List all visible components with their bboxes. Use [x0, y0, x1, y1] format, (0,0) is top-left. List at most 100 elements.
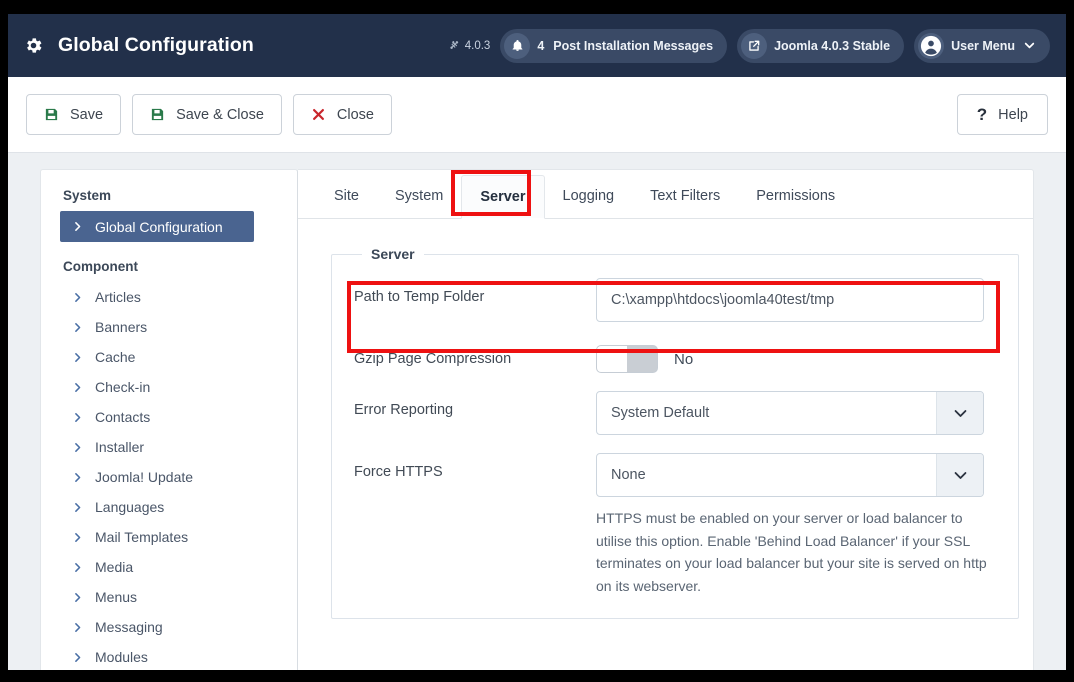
gear-icon [22, 35, 44, 57]
sidebar-item-label: Messaging [95, 619, 163, 635]
chevron-down-icon [936, 454, 983, 496]
sidebar-item-label: Menus [95, 589, 138, 605]
sidebar-item-label: Check-in [95, 379, 151, 395]
sidebar-item-articles[interactable]: Articles [63, 282, 281, 312]
sidebar-item-check-in[interactable]: Check-in [63, 372, 281, 402]
sidebar-item-label: Media [95, 559, 134, 575]
messages-count: 4 [537, 38, 545, 53]
chevron-right-icon [72, 292, 83, 303]
admin-header: Global Configuration 4.0.3 4 Post Instal… [8, 14, 1066, 77]
post-installation-messages-button[interactable]: 4 Post Installation Messages [500, 28, 728, 63]
chevron-right-icon [72, 622, 83, 633]
sidebar-item-global-configuration[interactable]: Global Configuration [60, 211, 254, 242]
chevron-right-icon [72, 532, 83, 543]
tab-label: Text Filters [650, 188, 721, 204]
help-button[interactable]: ? Help [956, 94, 1048, 135]
gzip-label: Gzip Page Compression [354, 351, 512, 367]
save-button-label: Save [70, 106, 104, 123]
joomla-version-label: 4.0.3 [464, 39, 491, 52]
config-sidebar: System Global Configuration Component Ar… [40, 169, 298, 670]
chevron-right-icon [72, 382, 83, 393]
user-menu-button[interactable]: User Menu [914, 28, 1050, 63]
user-circle-icon [918, 32, 945, 59]
sidebar-item-joomla-update[interactable]: Joomla! Update [63, 462, 281, 492]
config-tabs: Site System Server Logging Text Filters … [298, 170, 1033, 219]
sidebar-item-label: Languages [95, 499, 165, 515]
tab-system[interactable]: System [377, 174, 461, 218]
force-https-select[interactable]: None [596, 453, 984, 497]
sidebar-item-languages[interactable]: Languages [63, 492, 281, 522]
save-button[interactable]: Save [26, 94, 122, 135]
chevron-down-icon [936, 392, 983, 434]
field-row-temp-folder: Path to Temp Folder [354, 278, 996, 322]
sidebar-item-label: Modules [95, 649, 148, 665]
tab-permissions[interactable]: Permissions [738, 174, 853, 218]
sidebar-item-media[interactable]: Media [63, 552, 281, 582]
force-https-value: None [611, 467, 646, 483]
chevron-right-icon [72, 221, 83, 232]
chevron-right-icon [72, 502, 83, 513]
sidebar-item-label: Articles [95, 289, 141, 305]
field-row-gzip: Gzip Page Compression No [354, 340, 996, 373]
tab-label: Permissions [756, 188, 836, 204]
sidebar-item-modules[interactable]: Modules [63, 642, 281, 670]
tab-label: Site [334, 188, 359, 204]
help-button-label: Help [998, 106, 1028, 123]
tab-logging[interactable]: Logging [545, 174, 633, 218]
joomla-stable-button[interactable]: Joomla 4.0.3 Stable [737, 28, 905, 63]
gzip-toggle[interactable] [596, 345, 658, 373]
sidebar-item-label: Mail Templates [95, 529, 189, 545]
joomla-version-badge: 4.0.3 [449, 39, 491, 52]
server-fieldset-legend: Server [371, 246, 415, 262]
sidebar-item-label: Cache [95, 349, 136, 365]
error-reporting-label: Error Reporting [354, 402, 454, 418]
field-row-error-reporting: Error Reporting System Default [354, 391, 996, 435]
sidebar-item-cache[interactable]: Cache [63, 342, 281, 372]
error-reporting-select[interactable]: System Default [596, 391, 984, 435]
tab-site[interactable]: Site [316, 174, 377, 218]
force-https-help-text: HTTPS must be enabled on your server or … [596, 510, 987, 595]
force-https-label: Force HTTPS [354, 464, 443, 480]
question-mark-icon: ? [976, 105, 988, 124]
floppy-disk-icon [44, 107, 59, 122]
tab-text-filters[interactable]: Text Filters [632, 174, 738, 218]
chevron-right-icon [72, 412, 83, 423]
close-button[interactable]: Close [292, 94, 392, 135]
sidebar-item-installer[interactable]: Installer [63, 432, 281, 462]
chevron-right-icon [72, 562, 83, 573]
chevron-right-icon [72, 592, 83, 603]
sidebar-item-contacts[interactable]: Contacts [63, 402, 281, 432]
chevron-right-icon [72, 352, 83, 363]
save-and-close-button-label: Save & Close [176, 106, 264, 123]
close-button-label: Close [336, 106, 374, 123]
joomla-logo-icon [449, 40, 461, 52]
tab-label: Logging [562, 188, 615, 204]
sidebar-item-label: Global Configuration [95, 218, 223, 235]
sidebar-item-messaging[interactable]: Messaging [63, 612, 281, 642]
chevron-right-icon [72, 652, 83, 663]
gzip-toggle-knob [597, 346, 627, 372]
temp-folder-input[interactable] [596, 278, 984, 322]
config-main-panel: Site System Server Logging Text Filters … [298, 169, 1034, 670]
gzip-state-label: No [674, 350, 694, 368]
field-row-force-https: Force HTTPS None HTTPS must be enabled o… [354, 453, 996, 598]
x-icon [311, 107, 326, 122]
sidebar-item-mail-templates[interactable]: Mail Templates [63, 522, 281, 552]
chevron-right-icon [72, 442, 83, 453]
sidebar-item-banners[interactable]: Banners [63, 312, 281, 342]
bell-icon [504, 32, 531, 59]
action-toolbar: Save Save & Close Close ? Help [8, 77, 1066, 153]
chevron-right-icon [72, 472, 83, 483]
server-fieldset: Server Path to Temp Folder Gzip Page Com… [331, 246, 1019, 619]
sidebar-item-menus[interactable]: Menus [63, 582, 281, 612]
sidebar-group-component: Component [63, 259, 138, 274]
screenshot-frame: Global Configuration 4.0.3 4 Post Instal… [0, 0, 1074, 682]
error-reporting-value: System Default [611, 405, 710, 421]
sidebar-item-label: Contacts [95, 409, 151, 425]
tab-server[interactable]: Server [461, 175, 545, 219]
save-and-close-button[interactable]: Save & Close [132, 94, 282, 135]
floppy-disk-icon [150, 107, 165, 122]
user-menu-label: User Menu [951, 38, 1015, 53]
browser-viewport: Global Configuration 4.0.3 4 Post Instal… [8, 14, 1066, 670]
header-actions: 4.0.3 4 Post Installation Messages Jooml… [449, 28, 1066, 63]
